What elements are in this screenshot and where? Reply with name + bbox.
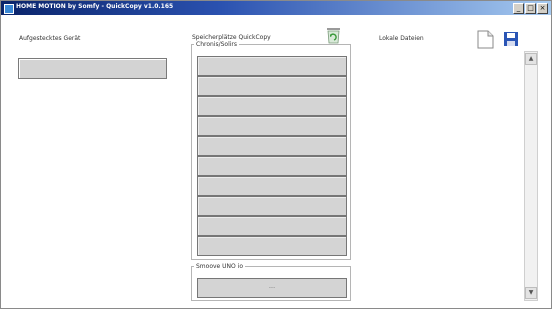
- slots-label: Speicherplätze QuickCopy: [192, 34, 271, 41]
- uno-group-title: Smoove UNO io: [196, 263, 243, 270]
- connected-device-slot[interactable]: [18, 58, 167, 79]
- new-file-icon[interactable]: [477, 30, 494, 49]
- app-window: HOME MOTION by Somfy - QuickCopy v1.0.16…: [0, 0, 552, 309]
- scroll-up-button[interactable]: ▲: [525, 53, 537, 65]
- chronis-group-title: Chronis/Solirs: [196, 41, 238, 48]
- memory-slot[interactable]: [197, 76, 347, 96]
- window-controls: _ □ ×: [513, 3, 548, 14]
- close-button[interactable]: ×: [537, 3, 548, 14]
- local-files-label: Lokale Dateien: [379, 35, 424, 42]
- window-title: HOME MOTION by Somfy - QuickCopy v1.0.16…: [16, 3, 174, 10]
- memory-slot[interactable]: [197, 116, 347, 136]
- memory-slot[interactable]: [197, 196, 347, 216]
- device-label: Aufgestecktes Gerät: [19, 35, 81, 42]
- memory-slot[interactable]: [197, 96, 347, 116]
- minimize-button[interactable]: _: [513, 3, 524, 14]
- memory-slot[interactable]: [197, 136, 347, 156]
- memory-slot[interactable]: [197, 56, 347, 76]
- uno-group: Smoove UNO io ---: [191, 263, 351, 301]
- maximize-button[interactable]: □: [525, 3, 536, 14]
- memory-slot[interactable]: [197, 236, 347, 256]
- uno-slot[interactable]: ---: [197, 278, 347, 298]
- scroll-down-button[interactable]: ▼: [525, 287, 537, 299]
- chronis-group: Chronis/Solirs: [191, 41, 351, 260]
- title-bar[interactable]: HOME MOTION by Somfy - QuickCopy v1.0.16…: [1, 1, 551, 15]
- save-icon[interactable]: [503, 31, 519, 47]
- memory-slot[interactable]: [197, 156, 347, 176]
- memory-slot[interactable]: [197, 176, 347, 196]
- memory-slot[interactable]: [197, 216, 347, 236]
- app-icon: [4, 4, 14, 14]
- local-files-scrollbar[interactable]: ▲ ▼: [524, 51, 538, 301]
